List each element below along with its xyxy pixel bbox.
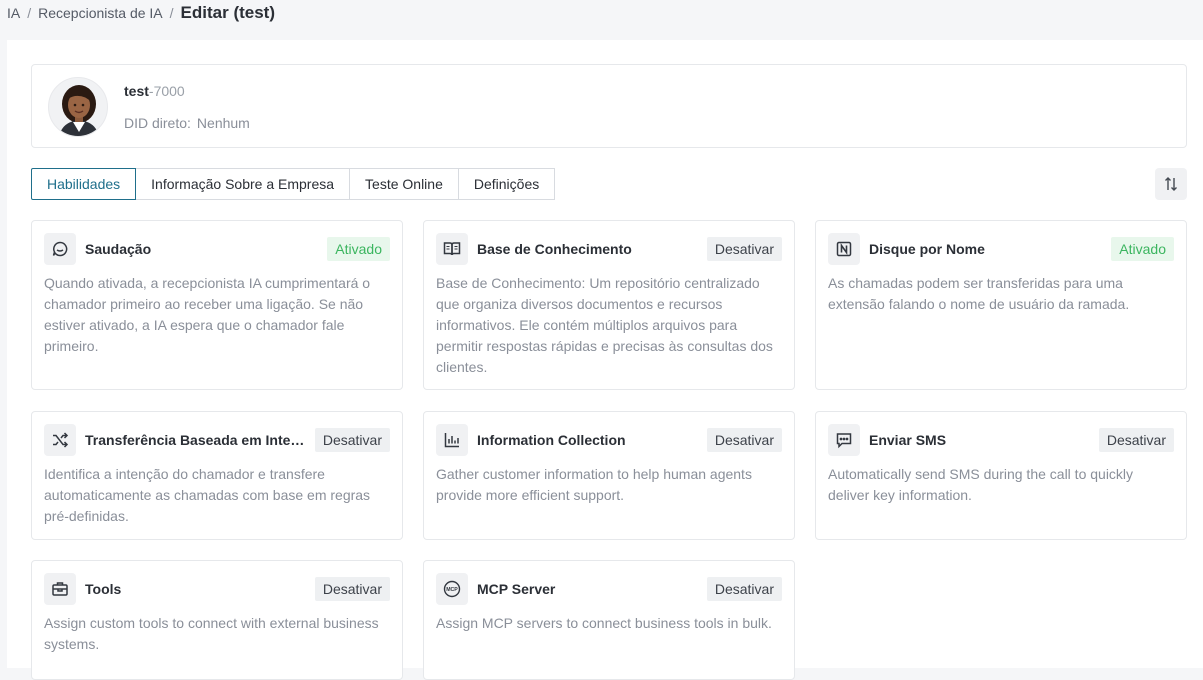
skill-card-send-sms[interactable]: Enviar SMS Desativar Automatically send … — [815, 411, 1187, 540]
card-title: Base de Conhecimento — [477, 241, 632, 257]
did-value: Nenhum — [196, 115, 250, 131]
breadcrumb: IA / Recepcionista de IA / Editar (test) — [7, 2, 275, 24]
skill-card-information-collection[interactable]: Information Collection Desativar Gather … — [423, 411, 795, 540]
skill-card-knowledge-base[interactable]: Base de Conhecimento Desativar Base de C… — [423, 220, 795, 390]
card-title: MCP Server — [477, 581, 556, 597]
main-panel: test-7000 DID direto: Nenhum Habilidades … — [7, 40, 1203, 680]
skill-card-greeting[interactable]: Saudação Ativado Quando ativada, a recep… — [31, 220, 403, 390]
bar-chart-icon — [436, 424, 468, 456]
card-description: Assign custom tools to connect with exte… — [44, 615, 379, 652]
card-description: Assign MCP servers to connect business t… — [436, 615, 772, 631]
tab-skills[interactable]: Habilidades — [31, 168, 137, 200]
sort-arrows-icon — [1163, 176, 1179, 192]
breadcrumb-ai-receptionist[interactable]: Recepcionista de IA — [38, 5, 163, 21]
card-description: Identifica a intenção do chamador e tran… — [44, 466, 371, 524]
profile-name-line: test-7000 — [124, 83, 185, 99]
tab-settings[interactable]: Definições — [458, 168, 556, 200]
status-badge[interactable]: Desativar — [314, 577, 390, 601]
breadcrumb-separator: / — [27, 5, 32, 21]
card-description: Automatically send SMS during the call t… — [828, 466, 1134, 503]
status-badge[interactable]: Desativar — [1098, 428, 1174, 452]
chat-bubble-icon — [44, 233, 76, 265]
open-book-icon — [436, 233, 468, 265]
breadcrumb-ia[interactable]: IA — [7, 5, 20, 21]
message-icon — [828, 424, 860, 456]
card-description: Base de Conhecimento: Um repositório cen… — [436, 275, 773, 375]
card-description: As chamadas podem ser transferidas para … — [828, 275, 1130, 312]
card-title: Tools — [85, 581, 122, 597]
status-badge[interactable]: Desativar — [706, 577, 782, 601]
skill-card-mcp-server[interactable]: MCP MCP Server Desativar Assign MCP serv… — [423, 560, 795, 680]
profile-name: test — [124, 83, 149, 99]
skill-card-dial-by-name[interactable]: Disque por Nome Ativado As chamadas pode… — [815, 220, 1187, 390]
breadcrumb-separator: / — [169, 5, 174, 21]
did-line: DID direto: Nenhum — [124, 115, 250, 131]
letter-n-icon — [828, 233, 860, 265]
card-title: Information Collection — [477, 432, 626, 448]
tab-bar: Habilidades Informação Sobre a Empresa T… — [31, 168, 556, 200]
card-title: Transferência Baseada em Inte… — [85, 432, 305, 448]
avatar — [48, 77, 108, 137]
tab-online-test[interactable]: Teste Online — [350, 168, 459, 200]
card-title: Saudação — [85, 241, 152, 257]
toolbox-icon — [44, 573, 76, 605]
mcp-icon: MCP — [436, 573, 468, 605]
tab-company-info[interactable]: Informação Sobre a Empresa — [136, 168, 351, 200]
card-title: Enviar SMS — [869, 432, 947, 448]
did-label: DID direto: — [124, 115, 191, 131]
svg-text:MCP: MCP — [446, 587, 458, 593]
card-description: Quando ativada, a recepcionista IA cumpr… — [44, 275, 371, 354]
status-badge[interactable]: Desativar — [314, 428, 390, 452]
status-badge[interactable]: Desativar — [706, 237, 782, 261]
status-badge[interactable]: Ativado — [1111, 237, 1174, 261]
skill-card-tools[interactable]: Tools Desativar Assign custom tools to c… — [31, 560, 403, 680]
profile-card: test-7000 DID direto: Nenhum — [31, 64, 1187, 148]
status-badge[interactable]: Desativar — [706, 428, 782, 452]
card-title: Disque por Nome — [869, 241, 985, 257]
shuffle-icon — [44, 424, 76, 456]
card-description: Gather customer information to help huma… — [436, 466, 752, 503]
profile-extension: -7000 — [148, 83, 185, 99]
sort-button[interactable] — [1155, 168, 1187, 200]
status-badge[interactable]: Ativado — [327, 237, 390, 261]
skill-card-intent-transfer[interactable]: Transferência Baseada em Inte… Desativar… — [31, 411, 403, 540]
page-title: Editar (test) — [180, 3, 276, 22]
